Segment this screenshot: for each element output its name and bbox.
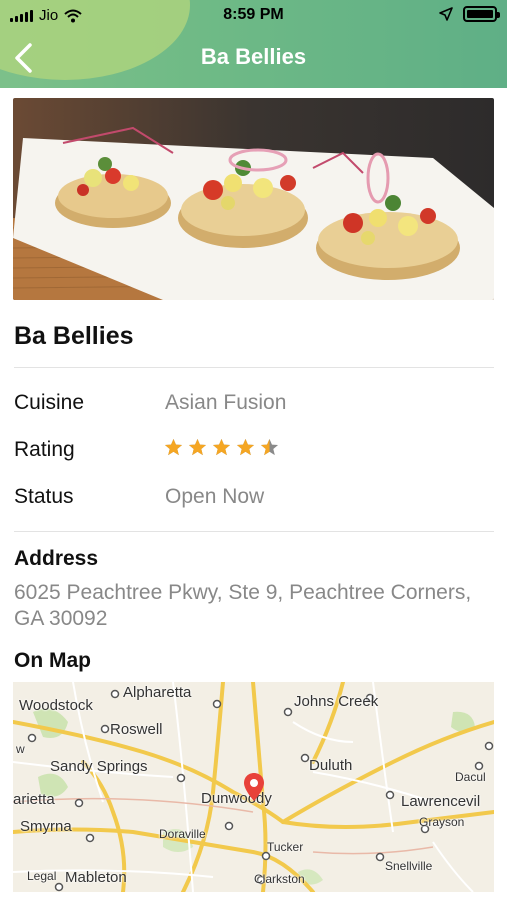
map-label: Snellville — [385, 859, 433, 873]
map-label: Dacul — [455, 770, 486, 784]
map-label: Johns Creek — [294, 693, 379, 710]
rating-stars — [164, 438, 279, 457]
map-label: Clarkston — [254, 872, 305, 886]
status-label: Status — [14, 485, 74, 508]
divider — [14, 531, 494, 532]
star-full-icon — [236, 438, 255, 456]
map-label: Smyrna — [20, 818, 72, 835]
map-label: arietta — [13, 791, 55, 808]
cuisine-value: Asian Fusion — [165, 391, 287, 414]
map-label: Grayson — [419, 815, 465, 829]
map-heading: On Map — [14, 649, 91, 672]
location-map[interactable]: Alpharetta Woodstock Johns Creek Roswell… — [13, 682, 494, 892]
page-title: Ba Bellies — [200, 44, 307, 69]
status-value: Open Now — [165, 485, 265, 508]
status-right — [439, 6, 500, 22]
rating-label: Rating — [14, 438, 75, 461]
status-bar: Jio 8:59 PM — [0, 0, 507, 32]
location-arrow-icon — [439, 7, 453, 21]
address-heading: Address — [14, 547, 99, 570]
cuisine-label: Cuisine — [14, 391, 85, 414]
divider — [14, 367, 494, 368]
map-label: w — [16, 742, 25, 756]
clock: 8:59 PM — [223, 6, 284, 23]
star-full-icon — [188, 438, 207, 456]
star-full-icon — [212, 438, 231, 456]
map-label: Doraville — [159, 827, 206, 841]
map-label: Tucker — [267, 840, 304, 854]
map-label: Sandy Springs — [50, 758, 148, 775]
restaurant-name: Ba Bellies — [14, 322, 134, 350]
restaurant-photo — [13, 98, 494, 300]
nav-header: Jio 8:59 PM Ba Bellies — [0, 0, 507, 88]
map-label: Roswell — [110, 721, 163, 738]
map-legal-link[interactable]: Legal — [27, 869, 56, 883]
location-pin-icon[interactable] — [243, 772, 265, 802]
star-half-icon — [260, 438, 279, 456]
map-label: Lawrencevil — [401, 793, 481, 810]
star-full-icon — [164, 438, 183, 456]
map-label: Duluth — [309, 757, 353, 774]
map-label: Mableton — [65, 869, 127, 886]
map-label: Woodstock — [19, 697, 93, 714]
battery-icon — [463, 6, 500, 22]
map-label: Alpharetta — [123, 684, 192, 701]
address-text: 6025 Peachtree Pkwy, Ste 9, Peachtree Co… — [14, 581, 472, 630]
